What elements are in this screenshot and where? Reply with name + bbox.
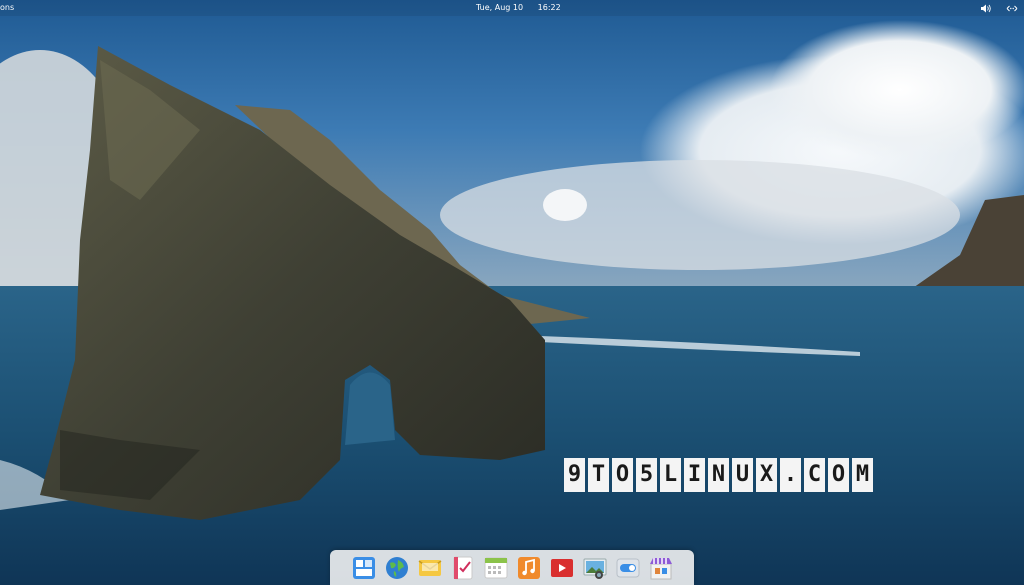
watermark-char: L — [660, 458, 681, 492]
watermark-char: X — [756, 458, 777, 492]
watermark-char: I — [684, 458, 705, 492]
globe-icon[interactable] — [385, 556, 409, 580]
watermark-char: O — [612, 458, 633, 492]
store-icon[interactable] — [649, 556, 673, 580]
watermark-char: T — [588, 458, 609, 492]
watermark-char: M — [852, 458, 873, 492]
volume-icon[interactable] — [981, 4, 992, 13]
date-time-indicator[interactable]: Tue, Aug 10 16:22 — [476, 0, 561, 16]
mail-icon[interactable] — [418, 556, 442, 580]
site-watermark: 9 T O 5 L I N U X . C O M — [564, 458, 873, 492]
calendar-icon[interactable] — [484, 556, 508, 580]
applications-menu[interactable]: ons — [0, 0, 14, 16]
watermark-char: O — [828, 458, 849, 492]
watermark-char: 5 — [636, 458, 657, 492]
watermark-char: U — [732, 458, 753, 492]
music-icon[interactable] — [517, 556, 541, 580]
dock — [330, 550, 694, 585]
settings-icon[interactable] — [616, 556, 640, 580]
photos-icon[interactable] — [583, 556, 607, 580]
system-tray — [981, 0, 1018, 16]
date-label: Tue, Aug 10 — [476, 3, 524, 12]
watermark-char: C — [804, 458, 825, 492]
watermark-char: . — [780, 458, 801, 492]
watermark-char: 9 — [564, 458, 585, 492]
desktop-wallpaper — [0, 0, 1024, 585]
network-icon[interactable] — [1006, 4, 1018, 13]
time-label: 16:22 — [537, 3, 561, 12]
top-panel: ons Tue, Aug 10 16:22 — [0, 0, 1024, 16]
multitasking-icon[interactable] — [352, 556, 376, 580]
tasks-icon[interactable] — [451, 556, 475, 580]
watermark-char: N — [708, 458, 729, 492]
video-icon[interactable] — [550, 556, 574, 580]
